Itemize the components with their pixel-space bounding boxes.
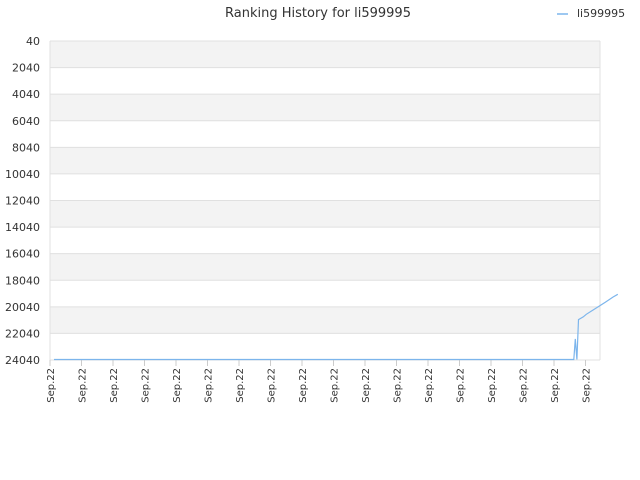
x-tick-label: Sep.22 xyxy=(550,368,561,403)
ranking-chart: Ranking History for li599995 li599995 40… xyxy=(5,6,625,403)
x-tick-label: Sep.22 xyxy=(141,368,152,403)
x-tick-label: Sep.22 xyxy=(204,368,215,403)
x-tick-label: Sep.22 xyxy=(456,368,467,403)
x-tick-label: Sep.22 xyxy=(330,368,341,403)
grid-band xyxy=(50,200,600,228)
x-tick-label: Sep.22 xyxy=(298,368,309,403)
x-tick-label: Sep.22 xyxy=(235,368,246,403)
x-tick-label: Sep.22 xyxy=(46,368,57,403)
y-tick-label: 40 xyxy=(26,35,40,48)
x-tick-label: Sep.22 xyxy=(519,368,530,403)
y-tick-label: 4040 xyxy=(12,88,40,101)
grid-band xyxy=(50,94,600,121)
x-tick-label: Sep.22 xyxy=(424,368,435,403)
y-tick-label: 16040 xyxy=(5,248,40,261)
x-tick-label: Sep.22 xyxy=(172,368,183,403)
x-tick-label: Sep.22 xyxy=(582,368,593,403)
grid-band xyxy=(50,306,600,334)
x-tick-label: Sep.22 xyxy=(78,368,89,403)
y-tick-label: 8040 xyxy=(12,141,40,154)
y-axis: 40 2040 4040 6040 8040 10040 12040 14040 16040 18… xyxy=(5,35,40,367)
chart-title: Ranking History for li599995 xyxy=(225,6,411,21)
y-tick-label: 12040 xyxy=(5,195,40,208)
legend[interactable]: li599995 xyxy=(557,7,625,20)
x-tick-label: Sep.22 xyxy=(361,368,372,403)
x-tick-label: Sep.22 xyxy=(487,368,498,403)
y-tick-label: 10040 xyxy=(5,168,40,181)
y-tick-label: 22040 xyxy=(5,327,40,340)
grid-band xyxy=(50,147,600,174)
grid-bands xyxy=(50,41,600,334)
x-tick-label: Sep.22 xyxy=(109,368,120,403)
x-tick-label: Sep.22 xyxy=(267,368,278,403)
y-tick-label: 24040 xyxy=(5,354,40,367)
y-tick-label: 18040 xyxy=(5,274,40,287)
legend-label: li599995 xyxy=(577,7,625,20)
y-tick-label: 2040 xyxy=(12,62,40,75)
grid-band xyxy=(50,41,600,68)
x-tick-label: Sep.22 xyxy=(393,368,404,403)
grid-band xyxy=(50,253,600,281)
x-axis: Sep.22 Sep.22 Sep.22 Sep.22 Sep.22 Sep.22 Sep.… xyxy=(46,360,593,403)
y-tick-label: 14040 xyxy=(5,221,40,234)
y-tick-label: 20040 xyxy=(5,301,40,314)
y-tick-label: 6040 xyxy=(12,115,40,128)
